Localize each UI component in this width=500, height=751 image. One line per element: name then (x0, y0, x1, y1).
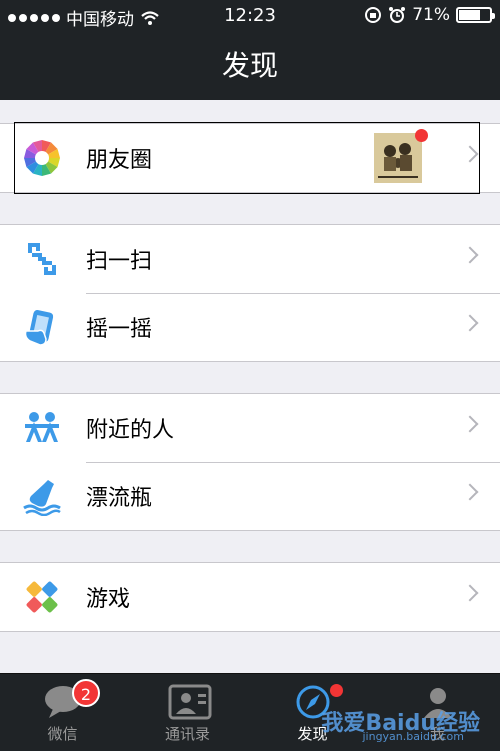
tab-contacts[interactable]: 通讯录 (125, 674, 250, 751)
nav-bar: 发现 (0, 32, 500, 100)
moments-thumbnail (374, 133, 422, 183)
people-nearby-icon (22, 408, 62, 448)
menu-item-label: 朋友圈 (86, 148, 153, 173)
chevron-right-icon (461, 246, 479, 264)
games-group: 游戏 (0, 562, 500, 632)
tab-label: 通讯录 (164, 725, 210, 743)
chevron-right-icon (461, 145, 479, 163)
battery-icon (456, 7, 495, 23)
menu-item-label: 游戏 (86, 587, 131, 612)
watermark-url: jingyan.baidu.com (362, 730, 464, 743)
alarm-clock-icon (389, 7, 406, 23)
menu-item-label: 摇一摇 (86, 317, 153, 342)
menu-item-drift-bottle[interactable]: 漂流瓶 (0, 462, 500, 530)
new-post-dot (415, 129, 428, 142)
scan-shake-group: 扫一扫 摇一摇 (0, 224, 500, 362)
menu-item-shake[interactable]: 摇一摇 (0, 293, 500, 361)
game-icon (22, 577, 62, 617)
contacts-card-icon (168, 684, 211, 720)
tab-chats[interactable]: 2 微信 (0, 674, 125, 751)
chevron-right-icon (461, 483, 479, 501)
status-bar: 中国移动 12:23 71% (0, 0, 500, 32)
discover-new-dot (330, 684, 343, 697)
menu-item-label: 扫一扫 (86, 249, 153, 274)
tab-label: 微信 (47, 725, 78, 743)
menu-item-games[interactable]: 游戏 (0, 563, 500, 631)
menu-item-scan[interactable]: 扫一扫 (0, 225, 500, 293)
chevron-right-icon (461, 314, 479, 332)
moments-shutter-icon (22, 138, 62, 178)
chevron-right-icon (461, 584, 479, 602)
shake-phone-icon (22, 307, 62, 347)
nearby-bottle-group: 附近的人 漂流瓶 (0, 393, 500, 531)
moments-group: 朋友圈 (0, 123, 500, 193)
drift-bottle-icon (22, 476, 62, 516)
battery-percent: 71% (412, 5, 450, 25)
menu-item-label: 漂流瓶 (86, 486, 153, 511)
menu-item-moments[interactable]: 朋友圈 (0, 124, 500, 192)
scan-icon (22, 239, 62, 279)
menu-item-people-nearby[interactable]: 附近的人 (0, 394, 500, 462)
rotation-lock-icon (365, 7, 382, 23)
menu-item-label: 附近的人 (86, 418, 175, 443)
status-right: 71% (364, 5, 495, 25)
chevron-right-icon (461, 415, 479, 433)
unread-badge: 2 (72, 679, 100, 707)
page-title: 发现 (221, 49, 278, 82)
battery-level (459, 10, 481, 20)
